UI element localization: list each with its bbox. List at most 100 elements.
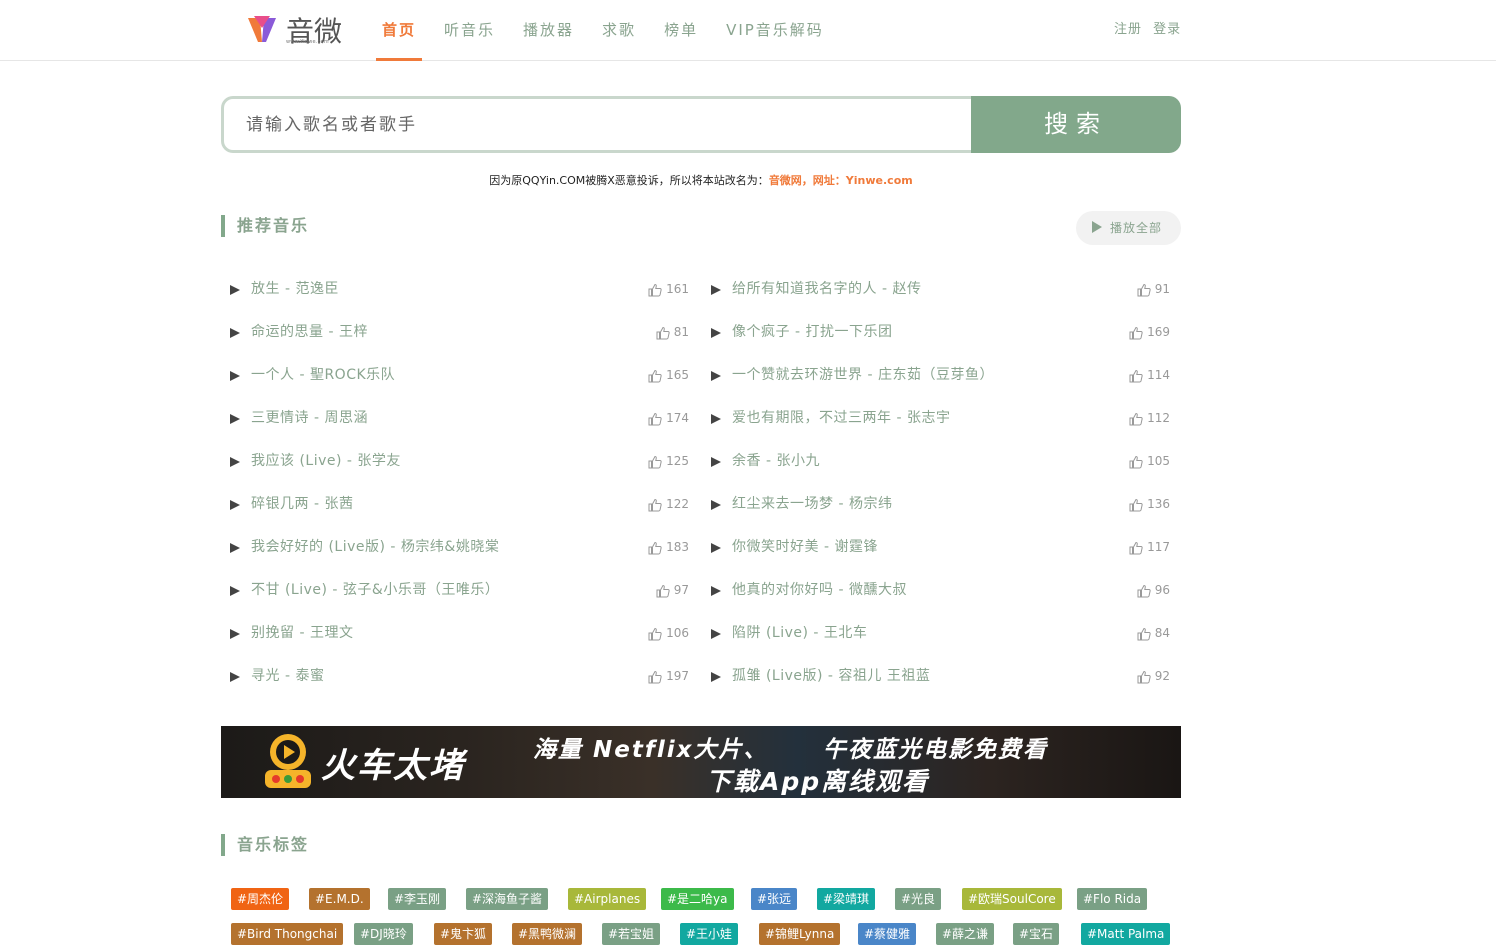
like-count[interactable]: 105 xyxy=(1129,440,1170,483)
nav-listen[interactable]: 听音乐 xyxy=(438,0,501,61)
register-link[interactable]: 注册 xyxy=(1114,22,1142,37)
like-count[interactable]: 183 xyxy=(648,526,689,569)
music-tag[interactable]: #DJ晓玲 xyxy=(354,923,413,945)
site-logo[interactable]: 音微 www.Yinwe.com xyxy=(246,12,346,48)
music-tag[interactable]: #是二哈ya xyxy=(661,888,734,910)
music-tag[interactable]: #Matt Palma xyxy=(1081,923,1171,945)
like-count[interactable]: 136 xyxy=(1129,483,1170,526)
song-item[interactable]: 不甘 (Live) - 弦子&小乐哥（王唯乐） 97 xyxy=(221,569,691,612)
play-icon[interactable] xyxy=(230,500,240,510)
song-item[interactable]: 一个赞就去环游世界 - 庄东茹（豆芽鱼） 114 xyxy=(702,354,1172,397)
like-count[interactable]: 106 xyxy=(648,612,689,655)
ad-banner[interactable]: 火车太堵 海量 Netflix大片、 午夜蓝光电影免费看 下载App离线观看 xyxy=(221,726,1181,798)
song-item[interactable]: 爱也有期限，不过三两年 - 张志宇 112 xyxy=(702,397,1172,440)
music-tag[interactable]: #张远 xyxy=(751,888,798,910)
song-item[interactable]: 红尘来去一场梦 - 杨宗纬 136 xyxy=(702,483,1172,526)
play-icon[interactable] xyxy=(230,543,240,553)
music-tag[interactable]: #梁靖琪 xyxy=(817,888,876,910)
login-link[interactable]: 登录 xyxy=(1153,22,1181,37)
song-item[interactable]: 像个疯子 - 打扰一下乐团 169 xyxy=(702,311,1172,354)
music-tag[interactable]: #欧瑞SoulCore xyxy=(962,888,1062,910)
song-item[interactable]: 孤雏 (Live版) - 容祖儿 王祖蓝 92 xyxy=(702,655,1172,698)
music-tag[interactable]: #黑鸭微澜 xyxy=(512,923,583,945)
like-count[interactable]: 117 xyxy=(1129,526,1170,569)
play-icon[interactable] xyxy=(230,371,240,381)
song-item[interactable]: 余香 - 张小九 105 xyxy=(702,440,1172,483)
music-tag[interactable]: #Flo Rida xyxy=(1077,888,1148,910)
play-icon[interactable] xyxy=(230,672,240,682)
play-icon[interactable] xyxy=(711,371,721,381)
like-count[interactable]: 96 xyxy=(1137,569,1170,612)
like-count[interactable]: 92 xyxy=(1137,655,1170,698)
like-count[interactable]: 165 xyxy=(648,354,689,397)
search-button[interactable]: 搜索 xyxy=(971,96,1181,153)
song-item[interactable]: 他真的对你好吗 - 微醺大叔 96 xyxy=(702,569,1172,612)
song-item[interactable]: 你微笑时好美 - 谢霆锋 117 xyxy=(702,526,1172,569)
play-icon[interactable] xyxy=(711,586,721,596)
like-count[interactable]: 197 xyxy=(648,655,689,698)
music-tag[interactable]: #Bird Thongchai xyxy=(231,923,344,945)
play-icon[interactable] xyxy=(230,586,240,596)
song-item[interactable]: 命运的思量 - 王梓 81 xyxy=(221,311,691,354)
nav-player[interactable]: 播放器 xyxy=(517,0,580,61)
like-number: 106 xyxy=(666,626,689,640)
play-icon[interactable] xyxy=(711,457,721,467)
song-item[interactable]: 一个人 - 聖ROCK乐队 165 xyxy=(221,354,691,397)
play-icon[interactable] xyxy=(230,285,240,295)
play-icon[interactable] xyxy=(711,414,721,424)
play-all-button[interactable]: 播放全部 xyxy=(1076,211,1181,245)
play-icon[interactable] xyxy=(230,629,240,639)
music-tag[interactable]: #锦鲤Lynna xyxy=(759,923,841,945)
music-tag[interactable]: #深海鱼子酱 xyxy=(466,888,549,910)
nav-charts[interactable]: 榜单 xyxy=(658,0,704,61)
like-number: 105 xyxy=(1147,454,1170,468)
play-icon[interactable] xyxy=(711,672,721,682)
song-item[interactable]: 我会好好的 (Live版) - 杨宗纬&姚晓棠 183 xyxy=(221,526,691,569)
song-item[interactable]: 陷阱 (Live) - 王北车 84 xyxy=(702,612,1172,655)
like-count[interactable]: 114 xyxy=(1129,354,1170,397)
music-tag[interactable]: #鬼卞狐 xyxy=(434,923,493,945)
like-count[interactable]: 169 xyxy=(1129,311,1170,354)
play-icon[interactable] xyxy=(230,457,240,467)
song-item[interactable]: 给所有知道我名字的人 - 赵传 91 xyxy=(702,268,1172,311)
like-count[interactable]: 161 xyxy=(648,268,689,311)
song-item[interactable]: 寻光 - 泰蜜 197 xyxy=(221,655,691,698)
like-count[interactable]: 125 xyxy=(648,440,689,483)
nav-request[interactable]: 求歌 xyxy=(596,0,642,61)
play-icon[interactable] xyxy=(711,328,721,338)
like-count[interactable]: 112 xyxy=(1129,397,1170,440)
music-tag[interactable]: #Airplanes xyxy=(568,888,647,910)
song-item[interactable]: 我应该 (Live) - 张学友 125 xyxy=(221,440,691,483)
music-tag[interactable]: #E.M.D. xyxy=(309,888,370,910)
song-title: 我会好好的 (Live版) - 杨宗纬&姚晓棠 xyxy=(251,539,500,555)
music-tag[interactable]: #宝石 xyxy=(1013,923,1060,945)
song-item[interactable]: 碎银几两 - 张茜 122 xyxy=(221,483,691,526)
like-count[interactable]: 97 xyxy=(656,569,689,612)
like-count[interactable]: 174 xyxy=(648,397,689,440)
like-count[interactable]: 84 xyxy=(1137,612,1170,655)
song-item[interactable]: 三更情诗 - 周思涵 174 xyxy=(221,397,691,440)
like-count[interactable]: 81 xyxy=(656,311,689,354)
play-icon[interactable] xyxy=(711,543,721,553)
play-icon[interactable] xyxy=(711,285,721,295)
music-tag[interactable]: #周杰伦 xyxy=(231,888,290,910)
play-icon[interactable] xyxy=(230,328,240,338)
song-item[interactable]: 别挽留 - 王理文 106 xyxy=(221,612,691,655)
music-tag[interactable]: #李玉刚 xyxy=(388,888,447,910)
music-tag[interactable]: #若宝姐 xyxy=(602,923,661,945)
play-icon[interactable] xyxy=(711,500,721,510)
play-icon[interactable] xyxy=(711,629,721,639)
thumbs-up-icon xyxy=(1137,627,1151,640)
nav-vip-decode[interactable]: VIP音乐解码 xyxy=(720,0,830,61)
music-tag[interactable]: #光良 xyxy=(895,888,942,910)
song-item[interactable]: 放生 - 范逸臣 161 xyxy=(221,268,691,311)
music-tag[interactable]: #薛之谦 xyxy=(936,923,995,945)
search-input[interactable] xyxy=(221,96,981,153)
song-title: 别挽留 - 王理文 xyxy=(251,625,354,641)
nav-home[interactable]: 首页 xyxy=(376,0,423,61)
music-tag[interactable]: #蔡健雅 xyxy=(858,923,917,945)
play-icon[interactable] xyxy=(230,414,240,424)
like-count[interactable]: 122 xyxy=(648,483,689,526)
like-count[interactable]: 91 xyxy=(1137,268,1170,311)
music-tag[interactable]: #王小娃 xyxy=(680,923,739,945)
